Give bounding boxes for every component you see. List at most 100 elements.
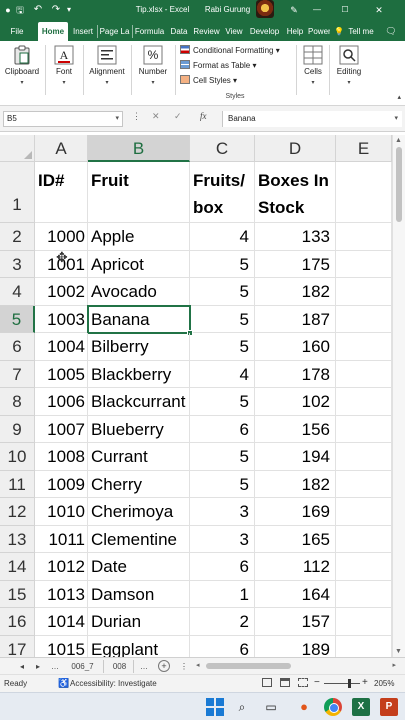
cell-c2[interactable]: 4	[190, 223, 255, 251]
add-sheet-icon[interactable]: +	[158, 660, 170, 672]
cell-d5[interactable]: 187	[255, 305, 336, 333]
row-header-7[interactable]: 7	[0, 360, 35, 388]
cell-a7[interactable]: 1005	[35, 360, 88, 388]
maximize-icon[interactable]: ☐	[338, 3, 352, 17]
cell-b14[interactable]: Date	[88, 553, 190, 581]
sheet-next-icon[interactable]: ▸	[36, 660, 40, 673]
cell-b6[interactable]: Bilberry	[88, 333, 190, 361]
page-break-view-icon[interactable]	[298, 678, 308, 687]
column-header-d[interactable]: D	[255, 135, 336, 162]
cells-group[interactable]: Cells ▾	[298, 41, 328, 103]
alignment-group[interactable]: Alignment ▾	[84, 41, 130, 103]
cell-c11[interactable]: 5	[190, 470, 255, 498]
cancel-icon[interactable]: ✕	[152, 111, 160, 122]
cell-a5[interactable]: 1003	[35, 305, 88, 333]
cell-d3[interactable]: 175	[255, 250, 336, 278]
cell-a10[interactable]: 1008	[35, 443, 88, 471]
spreadsheet-grid[interactable]: A B C D E 1 ID# Fruit Fruits/ box Boxes In Stock 2…	[0, 135, 392, 657]
row-header-10[interactable]: 10	[0, 443, 35, 471]
cell-b11[interactable]: Cherry	[88, 470, 190, 498]
cell-c14[interactable]: 6	[190, 553, 255, 581]
scroll-thumb[interactable]	[206, 663, 291, 669]
cell-c12[interactable]: 3	[190, 498, 255, 526]
search-icon[interactable]: ⌕	[233, 698, 251, 716]
zoom-out-icon[interactable]: −	[314, 677, 320, 688]
lightbulb-icon[interactable]: 💡	[334, 22, 344, 41]
sheet-prev-icon[interactable]: ◂	[20, 660, 24, 673]
cell-b5[interactable]: Banana	[88, 305, 190, 333]
row-header-17[interactable]: 17	[0, 635, 35, 657]
column-header-a[interactable]: A	[35, 135, 88, 162]
cell-a11[interactable]: 1009	[35, 470, 88, 498]
save-icon[interactable]: 🖫	[14, 3, 26, 17]
cell-e17[interactable]	[336, 635, 392, 657]
horizontal-scrollbar[interactable]: ◂ ▸	[196, 661, 396, 672]
scroll-right-icon[interactable]: ▸	[392, 661, 396, 669]
cell-b3[interactable]: Apricot	[88, 250, 190, 278]
cell-c13[interactable]: 3	[190, 525, 255, 553]
sheet-tab[interactable]: 008	[106, 660, 134, 673]
cell-b13[interactable]: Clementine	[88, 525, 190, 553]
tab-review[interactable]: Review	[192, 22, 221, 41]
cell-e9[interactable]	[336, 415, 392, 443]
row-header-3[interactable]: 3	[0, 250, 35, 278]
sheet-overflow-icon[interactable]: …	[140, 660, 148, 673]
excel-icon[interactable]: X	[352, 698, 370, 716]
zoom-slider-thumb[interactable]	[348, 679, 351, 688]
cell-b4[interactable]: Avocado	[88, 278, 190, 306]
more-options-icon[interactable]: ⋮	[132, 111, 141, 122]
cell-b8[interactable]: Blackcurrant	[88, 388, 190, 416]
cell-c9[interactable]: 6	[190, 415, 255, 443]
row-header-13[interactable]: 13	[0, 525, 35, 553]
pen-icon[interactable]: ✎	[288, 3, 300, 17]
column-header-b[interactable]: B	[88, 135, 190, 162]
zoom-slider[interactable]	[324, 683, 360, 684]
row-header-5[interactable]: 5	[0, 305, 35, 333]
cell-b12[interactable]: Cherimoya	[88, 498, 190, 526]
cell-a8[interactable]: 1006	[35, 388, 88, 416]
tab-help[interactable]: Help	[284, 22, 306, 41]
accessibility-icon[interactable]: ♿	[58, 678, 69, 689]
cell-a13[interactable]: 1011	[35, 525, 88, 553]
powerpoint-icon[interactable]: P	[380, 698, 398, 716]
cell-e7[interactable]	[336, 360, 392, 388]
user-name[interactable]: Rabi Gurung	[200, 3, 255, 17]
row-header-11[interactable]: 11	[0, 470, 35, 498]
cell-e6[interactable]	[336, 333, 392, 361]
cell-a1[interactable]: ID#	[35, 162, 88, 223]
row-header-1[interactable]: 1	[0, 162, 35, 223]
autosave-icon[interactable]: ●	[3, 3, 13, 17]
cell-c4[interactable]: 5	[190, 278, 255, 306]
formula-input[interactable]: Banana ▾	[222, 111, 402, 127]
name-box[interactable]: B5 ▾	[3, 111, 123, 127]
number-group[interactable]: % Number ▾	[132, 41, 174, 103]
cell-c15[interactable]: 1	[190, 580, 255, 608]
cell-d17[interactable]: 189	[255, 635, 336, 657]
avatar[interactable]	[256, 0, 274, 18]
expand-formula-icon[interactable]: ▾	[394, 111, 398, 127]
tab-data[interactable]: Data	[168, 22, 190, 41]
cell-e16[interactable]	[336, 608, 392, 636]
cell-d15[interactable]: 164	[255, 580, 336, 608]
tab-home[interactable]: Home	[38, 22, 68, 41]
cell-b1[interactable]: Fruit	[88, 162, 190, 223]
tab-insert[interactable]: Insert	[70, 22, 96, 41]
cell-d9[interactable]: 156	[255, 415, 336, 443]
enter-icon[interactable]: ✓	[174, 111, 182, 122]
row-header-4[interactable]: 4	[0, 278, 35, 306]
tab-file[interactable]: File	[4, 22, 30, 41]
cell-d8[interactable]: 102	[255, 388, 336, 416]
scroll-down-icon[interactable]: ▼	[395, 648, 402, 655]
column-header-e[interactable]: E	[336, 135, 392, 162]
vertical-scrollbar[interactable]: ▲ ▼	[392, 135, 405, 657]
undo-icon[interactable]: ↶	[32, 3, 44, 17]
tab-page-layout[interactable]: Page La	[98, 22, 131, 41]
cell-e11[interactable]	[336, 470, 392, 498]
redo-icon[interactable]: ↷	[50, 3, 62, 17]
cell-c3[interactable]: 5	[190, 250, 255, 278]
row-header-8[interactable]: 8	[0, 388, 35, 416]
minimize-icon[interactable]: —	[310, 3, 324, 17]
tab-power[interactable]: Power	[308, 22, 330, 41]
row-header-2[interactable]: 2	[0, 223, 35, 251]
cell-e1[interactable]	[336, 162, 392, 223]
